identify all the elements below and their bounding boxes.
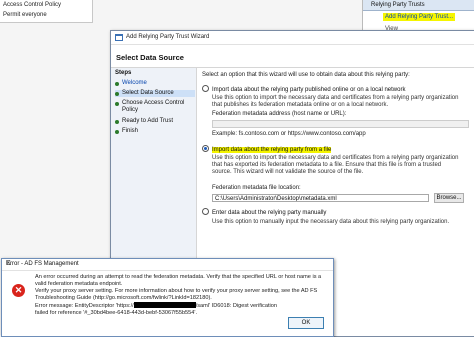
radio-icon [202,85,209,92]
option-file-desc: Use this option to import the necessary … [212,155,459,175]
access-control-policy-panel: Access Control Policy Permit everyone [0,0,93,23]
error-titlebar: Error - AD FS Management X [2,259,333,271]
redaction-bar [133,302,196,308]
add-relying-party-trust-link[interactable]: Add Relying Party Trust... [383,13,456,21]
step-dot-icon [115,92,119,96]
option-manual-label: Enter data about the relying party manua… [212,210,327,216]
step-dot-icon [115,82,119,86]
acp-header-label: Access Control Policy [3,2,62,8]
option-online-radio[interactable]: Import data about the relying party publ… [202,85,405,93]
radio-icon [202,208,209,215]
metadata-file-field[interactable]: C:\Users\Administrator\Desktop\metadata.… [212,194,429,202]
actions-header: Relying Party Trusts [363,0,474,11]
acp-value[interactable]: Permit everyone [3,12,47,18]
ok-button[interactable]: OK [288,317,324,329]
close-icon[interactable]: X [6,260,328,267]
wizard-titlebar: Add Relying Party Trust Wizard [111,31,474,45]
step-dot-icon [115,102,119,106]
step-finish: Finish [115,128,195,135]
error-message-start: Error message: EntityDescriptor 'https:/… [35,303,134,309]
step-dot-icon [115,130,119,134]
metadata-file-label: Federation metadata file location: [212,185,301,191]
wizard-title: Add Relying Party Trust Wizard [126,34,210,40]
intro-text: Select an option that this wizard will u… [202,72,410,78]
page-title: Select Data Source [116,53,184,62]
step-choose-access-control-policy: Choose Access Control Policy [115,100,187,114]
option-online-label: Import data about the relying party publ… [212,87,406,93]
error-message-end: '#_30bd4bee-6418-443d-bebf-53067f55b554'… [83,309,198,316]
radio-selected-icon [202,145,209,152]
option-file-radio[interactable]: Import data about the relying party from… [202,145,332,153]
error-line-2: Verify your proxy server setting. For mo… [35,288,318,301]
option-manual-desc: Use this option to manually input the ne… [212,219,450,225]
metadata-address-example: Example: fs.contoso.com or https://www.c… [212,131,366,137]
step-welcome: Welcome [115,80,195,87]
metadata-address-field[interactable] [212,120,469,128]
error-message: Error message: EntityDescriptor 'https:/… [35,302,290,316]
step-dot-icon [115,120,119,124]
step-ready-to-add-trust: Ready to Add Trust [115,118,195,125]
option-online-desc: Use this option to import the necessary … [212,95,459,108]
browse-button[interactable]: Browse... [434,193,464,203]
metadata-address-label: Federation metadata address (host name o… [212,111,347,117]
wizard-header: Select Data Source [111,45,474,68]
error-icon: ✕ [12,284,25,297]
error-dialog: Error - AD FS Management X ✕ An error oc… [1,258,334,337]
step-select-data-source: Select Data Source [115,90,195,97]
steps-title: Steps [115,70,132,76]
actions-header-label: Relying Party Trusts [371,2,425,8]
option-file-label: Import data about the relying party from… [212,147,332,153]
option-manual-radio[interactable]: Enter data about the relying party manua… [202,208,326,216]
error-line-1: An error occurred during an attempt to r… [35,274,322,287]
wizard-app-icon [115,34,123,41]
